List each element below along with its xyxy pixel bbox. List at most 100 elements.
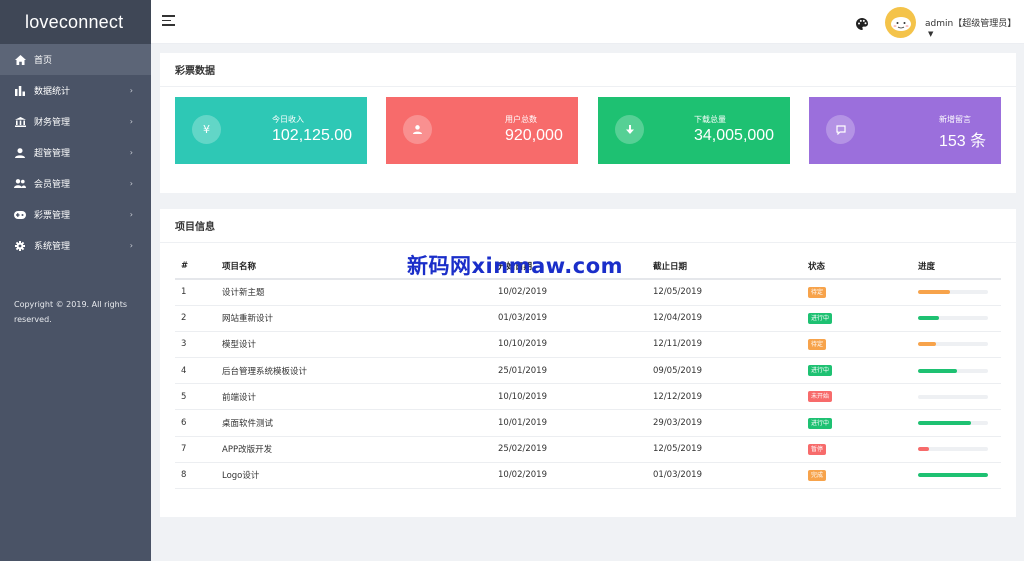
project-name: 模型设计 bbox=[222, 331, 498, 359]
sidebar-item-label: 超管管理 bbox=[34, 149, 71, 159]
start-date: 10/02/2019 bbox=[498, 279, 653, 306]
progress-bar bbox=[918, 421, 988, 426]
sidebar-item-super-admin[interactable]: 超管管理 › bbox=[0, 137, 151, 168]
project-name: 前端设计 bbox=[222, 383, 498, 411]
progress-cell bbox=[918, 279, 1001, 306]
sidebar-item-lottery[interactable]: 彩票管理 › bbox=[0, 199, 151, 230]
group-icon bbox=[14, 178, 26, 190]
table-row[interactable]: 7 APP改版开发 25/02/2019 12/05/2019 暂停 bbox=[175, 436, 1001, 463]
column-header: 进度 bbox=[918, 254, 1001, 280]
stat-label: 新增留言 bbox=[939, 115, 971, 124]
user-name: admin【超级管理员】 bbox=[925, 19, 1017, 29]
message-icon bbox=[826, 115, 855, 144]
status-badge: 进行中 bbox=[808, 312, 833, 324]
bar-chart-icon bbox=[14, 85, 26, 97]
start-date: 10/10/2019 bbox=[498, 331, 653, 359]
progress-fill bbox=[918, 421, 971, 426]
column-header: 状态 bbox=[808, 254, 918, 280]
menu-toggle-icon[interactable] bbox=[162, 15, 175, 27]
table-row[interactable]: 6 桌面软件测试 10/01/2019 29/03/2019 进行中 bbox=[175, 409, 1001, 437]
status-cell: 待定 bbox=[808, 331, 918, 359]
status-cell: 待定 bbox=[808, 279, 918, 306]
progress-bar bbox=[918, 368, 988, 373]
sidebar: loveconnect 首页 数据统计 › 财务管理 › 超管管理 › 会员管理… bbox=[0, 0, 151, 561]
user-icon bbox=[403, 115, 432, 144]
sidebar-item-label: 财务管理 bbox=[34, 118, 71, 128]
chevron-right-icon: › bbox=[129, 117, 133, 126]
start-date: 25/02/2019 bbox=[498, 436, 653, 463]
lottery-data-panel: 彩票数据 ¥ 今日收入 102,125.00 用户总数 920,000 下载总量… bbox=[160, 53, 1016, 193]
end-date: 01/03/2019 bbox=[653, 462, 808, 490]
top-header: admin【超级管理员】▼ bbox=[151, 0, 1024, 44]
stat-card-users[interactable]: 用户总数 920,000 bbox=[386, 97, 578, 164]
end-date: 12/12/2019 bbox=[653, 383, 808, 411]
end-date: 09/05/2019 bbox=[653, 357, 808, 385]
stat-card-messages[interactable]: 新增留言 153 条 bbox=[809, 97, 1001, 164]
status-badge: 暂停 bbox=[808, 443, 827, 455]
status-badge: 待定 bbox=[808, 338, 827, 350]
gear-icon bbox=[14, 240, 26, 252]
status-cell: 进行中 bbox=[808, 357, 918, 385]
copyright-text: Copyright © 2019. All rights reserved. bbox=[14, 300, 128, 324]
project-name: 桌面软件测试 bbox=[222, 409, 498, 437]
chevron-right-icon: › bbox=[129, 148, 133, 157]
panel-title: 彩票数据 bbox=[160, 53, 1016, 87]
gamepad-icon bbox=[14, 209, 26, 221]
user-menu[interactable]: admin【超级管理员】▼ bbox=[925, 16, 1024, 39]
sidebar-item-home[interactable]: 首页 bbox=[0, 44, 151, 75]
sidebar-item-statistics[interactable]: 数据统计 › bbox=[0, 75, 151, 106]
yen-icon: ¥ bbox=[192, 115, 221, 144]
stat-cards: ¥ 今日收入 102,125.00 用户总数 920,000 下载总量 34,0… bbox=[175, 97, 1001, 164]
row-number: 4 bbox=[175, 357, 222, 385]
sidebar-item-label: 系统管理 bbox=[34, 242, 71, 252]
person-icon bbox=[14, 147, 26, 159]
progress-cell bbox=[918, 331, 1001, 359]
chevron-right-icon: › bbox=[129, 210, 133, 219]
start-date: 01/03/2019 bbox=[498, 305, 653, 332]
project-name: 后台管理系统模板设计 bbox=[222, 357, 498, 385]
sidebar-item-finance[interactable]: 财务管理 › bbox=[0, 106, 151, 137]
row-number: 2 bbox=[175, 305, 222, 332]
home-icon bbox=[14, 54, 26, 66]
stat-label: 下载总量 bbox=[694, 115, 726, 124]
row-number: 6 bbox=[175, 409, 222, 437]
progress-fill bbox=[918, 447, 929, 452]
row-number: 3 bbox=[175, 331, 222, 359]
progress-fill bbox=[918, 368, 957, 373]
progress-bar bbox=[918, 447, 988, 452]
row-number: 1 bbox=[175, 279, 222, 306]
sidebar-item-label: 数据统计 bbox=[34, 87, 71, 97]
table-row[interactable]: 1 设计新主题 10/02/2019 12/05/2019 待定 bbox=[175, 279, 1001, 306]
table-row[interactable]: 4 后台管理系统模板设计 25/01/2019 09/05/2019 进行中 bbox=[175, 357, 1001, 385]
status-cell: 未开始 bbox=[808, 383, 918, 411]
end-date: 12/11/2019 bbox=[653, 331, 808, 359]
start-date: 25/01/2019 bbox=[498, 357, 653, 385]
row-number: 8 bbox=[175, 462, 222, 490]
avatar[interactable] bbox=[885, 7, 916, 38]
end-date: 29/03/2019 bbox=[653, 409, 808, 437]
palette-icon[interactable] bbox=[856, 15, 869, 30]
stat-card-downloads[interactable]: 下载总量 34,005,000 bbox=[598, 97, 790, 164]
stat-card-income[interactable]: ¥ 今日收入 102,125.00 bbox=[175, 97, 367, 164]
sidebar-item-system[interactable]: 系统管理 › bbox=[0, 230, 151, 261]
sidebar-item-members[interactable]: 会员管理 › bbox=[0, 168, 151, 199]
progress-bar bbox=[918, 394, 988, 399]
table-row[interactable]: 8 Logo设计 10/02/2019 01/03/2019 完成 bbox=[175, 462, 1001, 490]
progress-cell bbox=[918, 462, 1001, 490]
start-date: 10/10/2019 bbox=[498, 383, 653, 411]
column-header: 截止日期 bbox=[653, 254, 808, 280]
stat-value: 153 条 bbox=[939, 133, 987, 150]
row-number: 5 bbox=[175, 383, 222, 411]
stat-label: 用户总数 bbox=[505, 115, 537, 124]
progress-cell bbox=[918, 409, 1001, 437]
status-badge: 完成 bbox=[808, 469, 827, 481]
status-badge: 进行中 bbox=[808, 365, 833, 377]
status-cell: 进行中 bbox=[808, 305, 918, 332]
table-row[interactable]: 5 前端设计 10/10/2019 12/12/2019 未开始 bbox=[175, 383, 1001, 411]
table-row[interactable]: 2 网站重新设计 01/03/2019 12/04/2019 进行中 bbox=[175, 305, 1001, 332]
table-row[interactable]: 3 模型设计 10/10/2019 12/11/2019 待定 bbox=[175, 331, 1001, 359]
status-badge: 待定 bbox=[808, 286, 827, 298]
progress-cell bbox=[918, 305, 1001, 332]
bank-icon bbox=[14, 116, 26, 128]
brand-logo[interactable]: loveconnect bbox=[0, 0, 151, 44]
